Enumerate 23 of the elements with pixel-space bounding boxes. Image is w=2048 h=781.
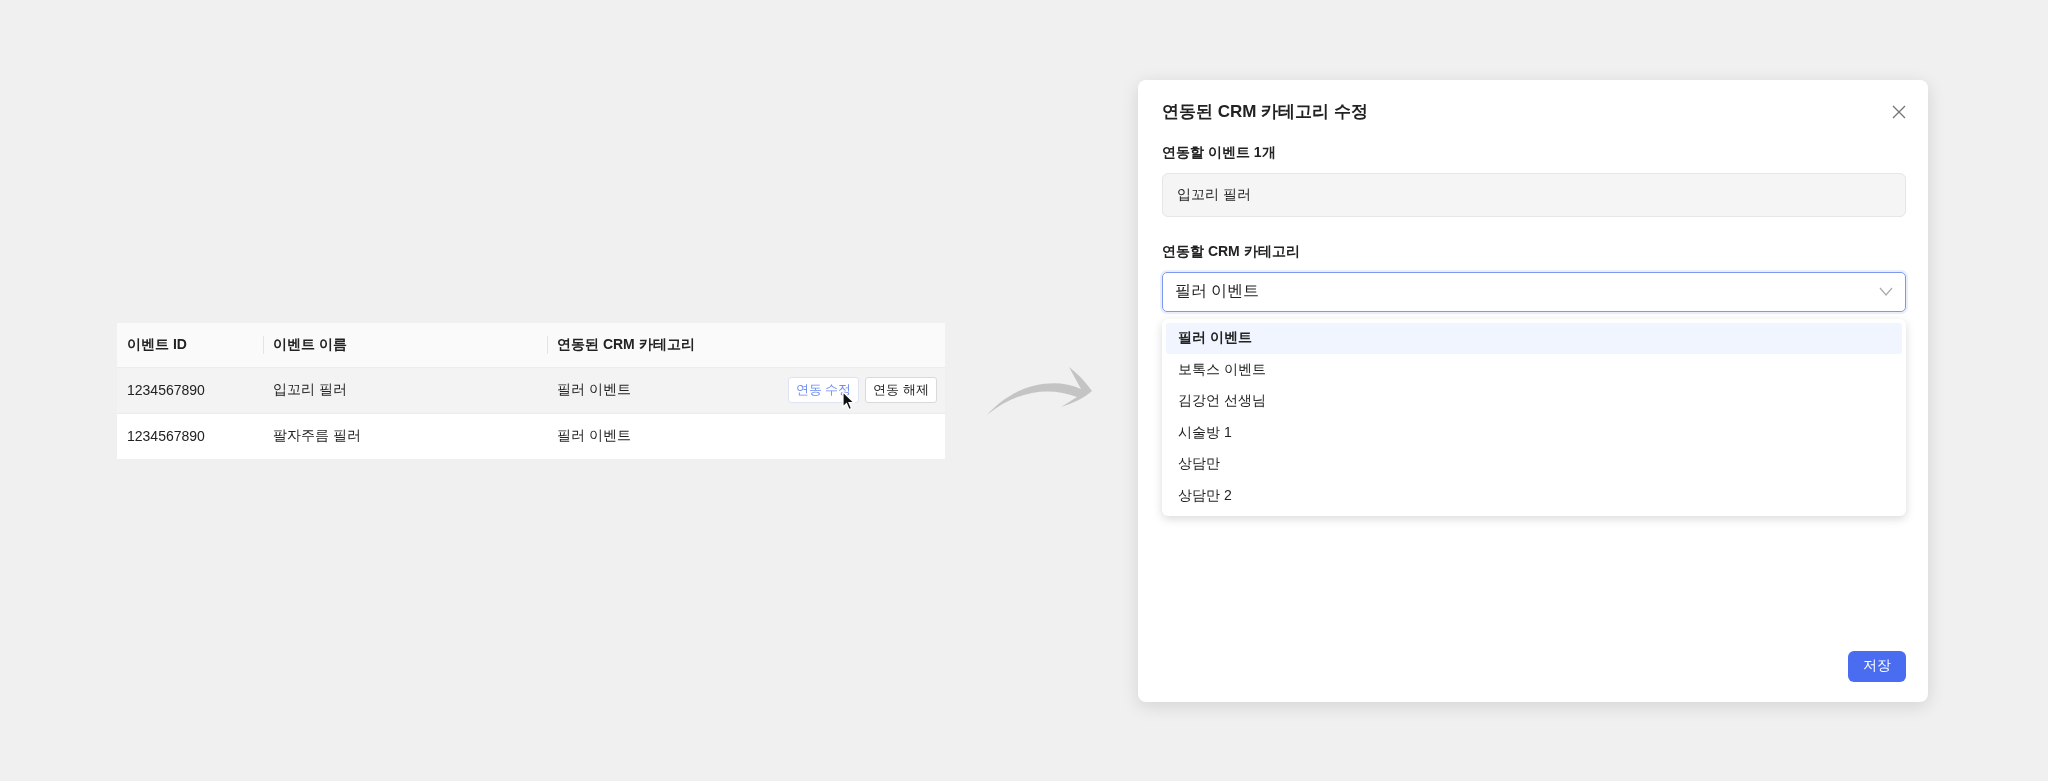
dropdown-option[interactable]: 시술방 1 — [1166, 417, 1902, 449]
table-cell-text: 1234567890 — [126, 382, 206, 398]
dropdown-option[interactable]: 상담만 — [1166, 448, 1902, 480]
unlink-button[interactable]: 연동 해제 — [865, 377, 937, 403]
category-select[interactable]: 필러 이벤트 — [1162, 271, 1906, 312]
dropdown-option[interactable]: 상담만 2 — [1166, 480, 1902, 512]
field-label: 연동할 CRM 카테고리 — [1162, 242, 1301, 261]
close-icon[interactable] — [1892, 104, 1906, 119]
table-cell-text: 입꼬리 필러 — [272, 381, 348, 399]
save-button[interactable]: 저장 — [1848, 650, 1906, 682]
table-cell: 필러 이벤트 — [557, 381, 631, 399]
dropdown-option[interactable]: 보톡스 이벤트 — [1166, 354, 1902, 386]
chevron-down-icon — [1879, 287, 1893, 296]
dropdown-option[interactable]: 김강언 선생님 — [1166, 385, 1902, 417]
table-cell: 필러 이벤트 — [557, 427, 631, 445]
table-cell-text: 팔자주름 필러 — [272, 427, 362, 445]
modal-title: 연동된 CRM 카테고리 수정 — [1162, 101, 1368, 123]
field-label: 연동할 이벤트 1개 — [1162, 143, 1277, 162]
readonly-field: 입꼬리 필러 — [1162, 172, 1906, 217]
dropdown-option[interactable]: 필러 이벤트 — [1166, 322, 1902, 354]
table-row[interactable]: 1234567890 팔자주름 필러 필러 이벤트 — [117, 413, 945, 459]
table-cell-text: 1234567890 — [126, 428, 206, 444]
column-header: 이벤트 ID — [126, 335, 188, 354]
